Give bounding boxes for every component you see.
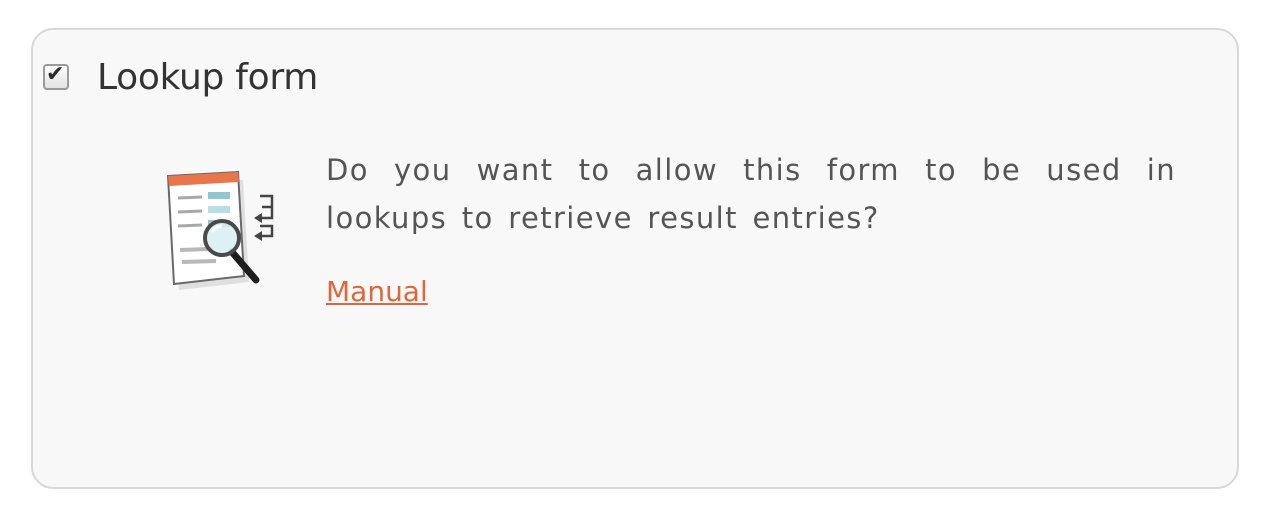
lookup-form-header: ✔ Lookup form (43, 52, 318, 102)
lookup-form-description: Do you want to allow this form to be use… (326, 153, 1176, 235)
manual-link[interactable]: Manual (326, 272, 428, 312)
checkmark-icon: ✔ (46, 62, 65, 87)
lookup-form-checkbox[interactable]: ✔ (43, 62, 69, 90)
lookup-form-title: Lookup form (97, 56, 318, 98)
lookup-form-magnifier-icon (160, 166, 286, 292)
